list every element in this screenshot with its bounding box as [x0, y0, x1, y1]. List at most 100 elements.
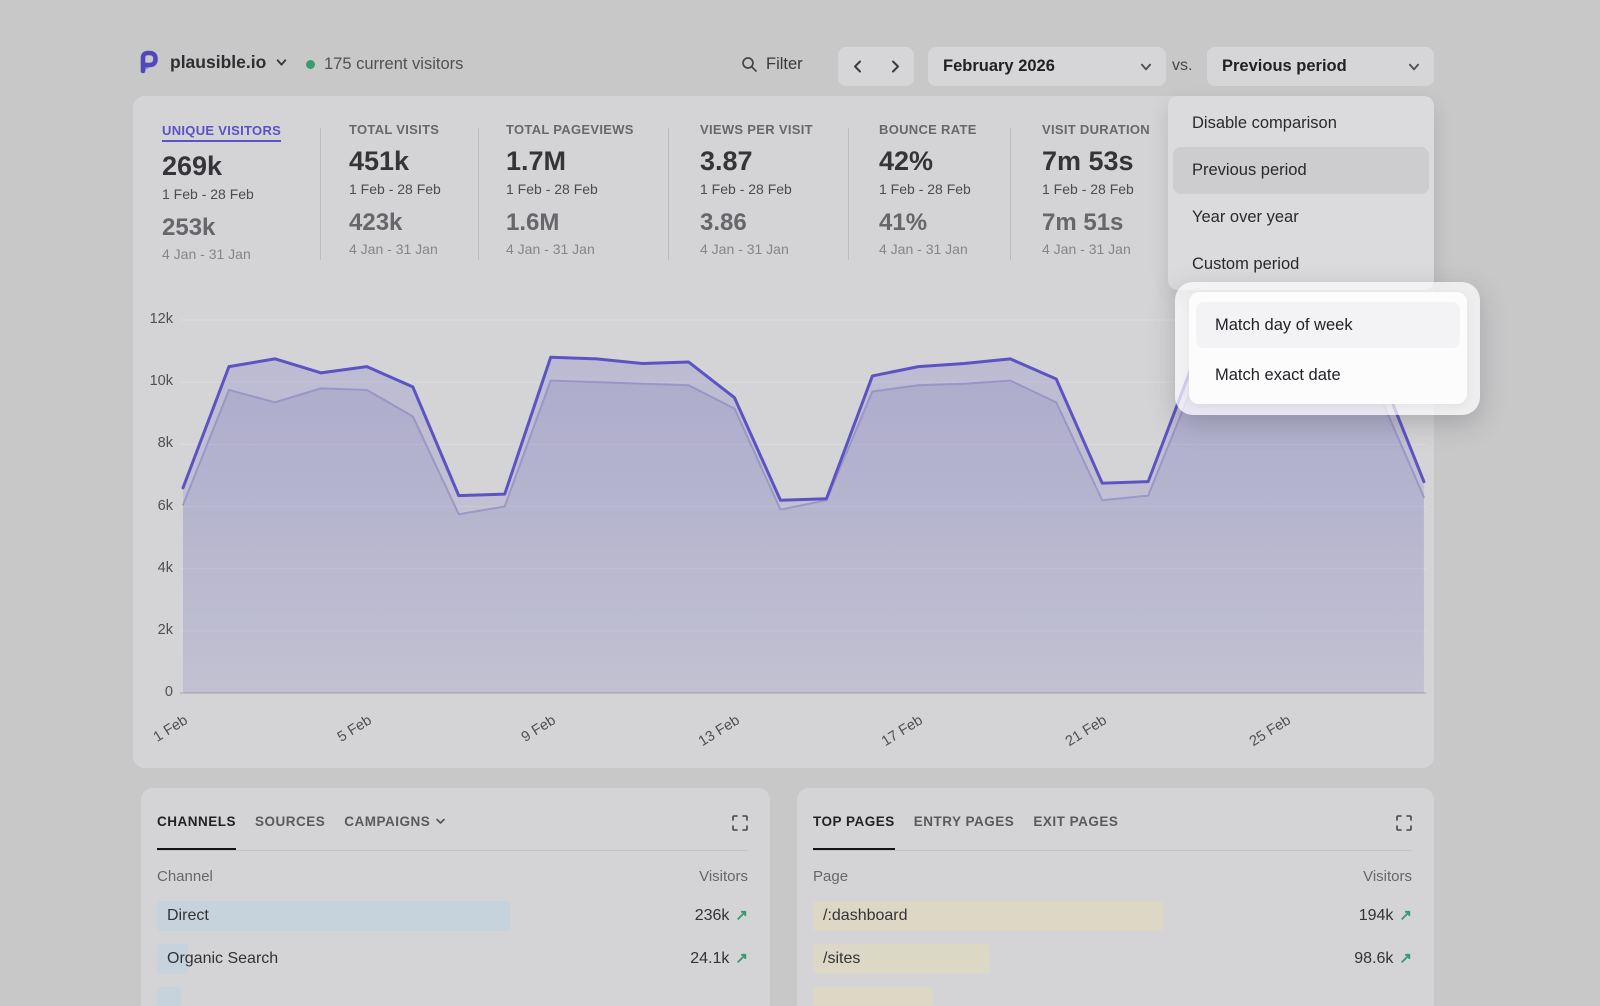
- x-tick-label: 25 Feb: [1238, 712, 1295, 757]
- row-bar: [157, 987, 181, 1006]
- tab-channels[interactable]: CHANNELS: [157, 812, 236, 851]
- table-row[interactable]: Direct 236k↗: [157, 901, 748, 931]
- trend-up-icon: ↗: [735, 901, 748, 931]
- comparison-menu: Disable comparisonPrevious periodYear ov…: [1168, 96, 1434, 290]
- stat-value: 1.7M: [506, 146, 634, 177]
- filter-button[interactable]: Filter: [741, 55, 803, 74]
- table-row[interactable]: /sites 98.6k↗: [813, 944, 1412, 974]
- row-label[interactable]: Direct: [167, 901, 209, 931]
- row-value: 98.6k↗: [1354, 944, 1412, 974]
- y-tick-label: 8k: [135, 435, 173, 451]
- stat-period: 1 Feb - 28 Feb: [349, 181, 441, 197]
- stat-prev-value: 1.6M: [506, 209, 634, 237]
- menu-item-label: Disable comparison: [1173, 100, 1429, 147]
- stat-divider: [668, 128, 669, 260]
- stat-period: 1 Feb - 28 Feb: [162, 186, 281, 202]
- row-label[interactable]: /sites: [823, 944, 860, 974]
- chevron-right-icon: [890, 60, 901, 73]
- stat-prev-value: 253k: [162, 214, 281, 242]
- comparison-picker[interactable]: Previous period: [1207, 47, 1434, 86]
- menu-item-previous-period[interactable]: Previous period: [1168, 147, 1434, 194]
- stat-prev-period: 4 Jan - 31 Jan: [879, 241, 977, 257]
- menu-item-match-day-of-week[interactable]: Match day of week: [1196, 302, 1460, 348]
- prev-range-arrow-button[interactable]: [838, 47, 876, 86]
- stat-visit-duration[interactable]: VISIT DURATION 7m 53s 1 Feb - 28 Feb 7m 51s…: [1042, 122, 1150, 257]
- vs-label: vs.: [1172, 57, 1192, 75]
- tab-divider: [157, 850, 748, 851]
- stat-prev-value: 41%: [879, 209, 977, 237]
- stat-total-pageviews[interactable]: TOTAL PAGEVIEWS1.7M1 Feb - 28 Feb1.6M4 J…: [506, 122, 634, 257]
- table-row[interactable]: /:dashboard 194k↗: [813, 901, 1412, 931]
- site-switcher[interactable]: plausible.io: [137, 50, 288, 74]
- tab-top-pages[interactable]: TOP PAGES: [813, 812, 895, 851]
- current-visitors-label: 175 current visitors: [324, 55, 463, 74]
- date-range-label: February 2026: [943, 57, 1055, 76]
- row-label[interactable]: /:dashboard: [823, 901, 908, 931]
- stat-views-per-visit[interactable]: VIEWS PER VISIT3.871 Feb - 28 Feb3.864 J…: [700, 122, 813, 257]
- chevron-down-icon: [1407, 60, 1421, 74]
- stat-bounce-rate[interactable]: BOUNCE RATE 42% 1 Feb - 28 Feb 41% 4 Jan - 3…: [879, 122, 977, 257]
- stat-label: BOUNCE RATE: [879, 122, 977, 137]
- menu-item-label: Custom period: [1173, 241, 1429, 288]
- row-value: 236k↗: [695, 901, 748, 931]
- stat-divider: [848, 128, 849, 260]
- stat-period: 1 Feb - 28 Feb: [879, 181, 977, 197]
- stat-period: 1 Feb - 28 Feb: [1042, 181, 1150, 197]
- tab-divider: [813, 850, 1412, 851]
- column-header-visitors: Visitors: [699, 868, 748, 885]
- comparison-label: Previous period: [1222, 57, 1347, 76]
- site-name: plausible.io: [170, 52, 266, 73]
- chevron-down-icon: [275, 56, 288, 69]
- tab-sources[interactable]: SOURCES: [255, 812, 325, 851]
- menu-item-match-exact-date[interactable]: Match exact date: [1196, 352, 1460, 398]
- row-value: 194k↗: [1359, 901, 1412, 931]
- stat-value: 7m 53s: [1042, 146, 1150, 177]
- stat-label: VIEWS PER VISIT: [700, 122, 813, 137]
- stat-label: VISIT DURATION: [1042, 122, 1150, 137]
- x-tick-label: 13 Feb: [686, 712, 743, 757]
- stat-divider: [320, 128, 321, 260]
- tab-exit-pages[interactable]: EXIT PAGES: [1033, 812, 1118, 851]
- stat-prev-value: 7m 51s: [1042, 209, 1150, 237]
- tab-campaigns[interactable]: CAMPAIGNS: [344, 812, 446, 851]
- stat-value: 42%: [879, 146, 977, 177]
- expand-icon[interactable]: [1396, 815, 1412, 831]
- pages-card: TOP PAGESENTRY PAGESEXIT PAGESPageVisito…: [797, 788, 1434, 1006]
- stat-prev-period: 4 Jan - 31 Jan: [349, 241, 441, 257]
- table-row[interactable]: [813, 987, 1412, 1006]
- menu-item-label: Previous period: [1173, 147, 1429, 194]
- date-range-picker[interactable]: February 2026: [928, 47, 1166, 86]
- date-nav-group: [838, 47, 914, 86]
- x-tick-label: 5 Feb: [319, 712, 376, 757]
- tab-entry-pages[interactable]: ENTRY PAGES: [914, 812, 1015, 851]
- stat-total-visits[interactable]: TOTAL VISITS451k1 Feb - 28 Feb423k4 Jan …: [349, 122, 441, 257]
- channels-card: CHANNELS SOURCES CAMPAIGNS Channel Visitors D…: [141, 788, 770, 1006]
- plausible-logo: [137, 50, 161, 74]
- table-row[interactable]: Organic Search 24.1k↗: [157, 944, 748, 974]
- menu-item-custom-period[interactable]: Custom period: [1168, 241, 1434, 288]
- column-header-channel: Channel: [157, 868, 213, 885]
- row-visitors: 194k: [1359, 901, 1394, 931]
- expand-icon[interactable]: [732, 815, 748, 831]
- fullscreen-icon: [1396, 815, 1412, 831]
- column-headers: Channel Visitors: [157, 868, 748, 885]
- trend-up-icon: ↗: [735, 944, 748, 974]
- stat-prev-period: 4 Jan - 31 Jan: [506, 241, 634, 257]
- next-range-arrow-button[interactable]: [876, 47, 914, 86]
- match-mode-menu: Match day of weekMatch exact date: [1189, 292, 1467, 404]
- menu-item-disable-comparison[interactable]: Disable comparison: [1168, 100, 1434, 147]
- stat-label: UNIQUE VISITORS: [162, 123, 281, 142]
- filter-label: Filter: [766, 55, 803, 74]
- table-row[interactable]: [157, 987, 748, 1006]
- stat-divider: [1010, 128, 1011, 260]
- current-visitors-badge[interactable]: 175 current visitors: [306, 55, 463, 74]
- row-visitors: 24.1k: [690, 944, 729, 974]
- stat-label: TOTAL VISITS: [349, 122, 441, 137]
- row-label[interactable]: Organic Search: [167, 944, 278, 974]
- row-visitors: 98.6k: [1354, 944, 1393, 974]
- fullscreen-icon: [732, 815, 748, 831]
- stat-unique-visitors[interactable]: UNIQUE VISITORS269k1 Feb - 28 Feb253k4 J…: [162, 122, 281, 262]
- stat-prev-value: 423k: [349, 209, 441, 237]
- stat-period: 1 Feb - 28 Feb: [506, 181, 634, 197]
- menu-item-year-over-year[interactable]: Year over year: [1168, 194, 1434, 241]
